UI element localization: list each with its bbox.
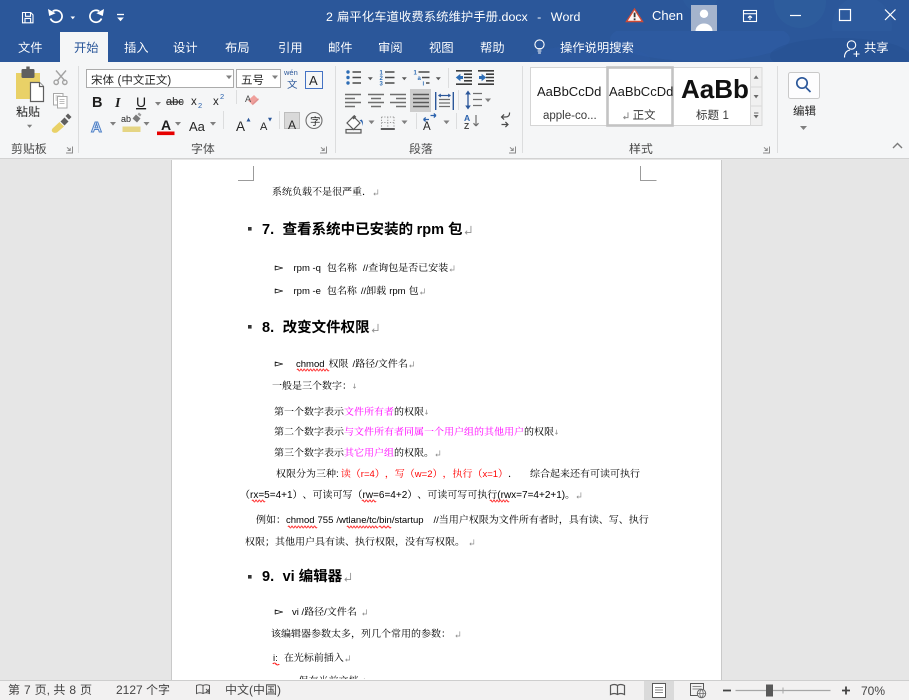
svg-text://: // bbox=[362, 263, 368, 274]
svg-text:/: / bbox=[352, 359, 355, 370]
svg-text:(: ( bbox=[249, 683, 253, 697]
svg-text:vi /: vi / bbox=[292, 607, 305, 618]
svg-text:rpm -q: rpm -q bbox=[293, 263, 320, 274]
svg-text:/: / bbox=[375, 359, 378, 370]
svg-text:rpm -e: rpm -e bbox=[293, 286, 320, 297]
svg-text:/: / bbox=[324, 607, 327, 618]
svg-text:8: 8 bbox=[69, 683, 76, 697]
svg-text:rpm: rpm bbox=[416, 222, 443, 238]
svg-text://: // bbox=[433, 515, 439, 526]
svg-text:70%: 70% bbox=[861, 684, 885, 698]
svg-text:r=4: r=4 bbox=[361, 469, 375, 480]
svg-text:7.: 7. bbox=[262, 222, 274, 238]
svg-text:755: 755 bbox=[317, 515, 333, 526]
svg-text::: : bbox=[336, 469, 339, 480]
svg-text:vi: vi bbox=[282, 569, 294, 585]
svg-text:w:: w: bbox=[283, 676, 294, 679]
svg-text:): ) bbox=[277, 683, 281, 697]
svg-text:7: 7 bbox=[24, 683, 31, 697]
svg-text:8.: 8. bbox=[262, 320, 274, 336]
svg-text:x=1: x=1 bbox=[483, 469, 499, 480]
svg-text:2127: 2127 bbox=[116, 683, 143, 697]
svg-text:rpm: rpm bbox=[389, 286, 405, 297]
svg-text:9.: 9. bbox=[262, 569, 274, 585]
svg-text://: // bbox=[360, 286, 366, 297]
svg-text:w=2: w=2 bbox=[414, 469, 433, 480]
svg-text:,: , bbox=[47, 683, 50, 697]
